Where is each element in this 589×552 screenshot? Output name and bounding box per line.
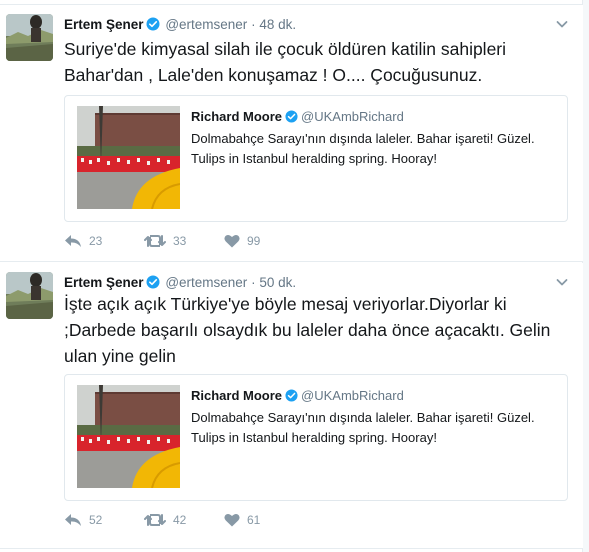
retweet-icon	[144, 234, 166, 248]
tweet[interactable]: Ertem Şener @ertemsener · 50 dk. İşte aç…	[0, 263, 583, 549]
quoted-tweet-text: Dolmabahçe Sarayı'nın dışında laleler. B…	[191, 131, 535, 166]
retweet-button[interactable]: 42	[144, 513, 186, 527]
reply-icon	[64, 513, 82, 527]
like-count: 99	[247, 234, 261, 248]
author-name[interactable]: Ertem Şener	[64, 275, 144, 290]
reply-icon	[64, 234, 82, 248]
chevron-down-icon[interactable]	[555, 275, 569, 289]
tweet-text: İşte açık açık Türkiye'ye böyle mesaj ve…	[64, 294, 551, 366]
timestamp[interactable]: 48 dk.	[259, 17, 296, 32]
quoted-author-name[interactable]: Richard Moore	[191, 109, 282, 124]
quoted-tweet-image[interactable]	[77, 106, 180, 209]
heart-icon	[224, 234, 240, 248]
quoted-author-name[interactable]: Richard Moore	[191, 388, 282, 403]
author-handle[interactable]: @ertemsener	[165, 17, 247, 32]
verified-badge-icon	[146, 17, 160, 36]
quoted-tweet-text: Dolmabahçe Sarayı'nın dışında laleler. B…	[191, 410, 535, 445]
reply-count: 23	[89, 234, 103, 248]
reply-count: 52	[89, 513, 103, 527]
retweet-count: 33	[173, 234, 187, 248]
heart-icon	[224, 513, 240, 527]
separator-dot: ·	[251, 275, 256, 290]
reply-button[interactable]: 23	[64, 234, 102, 248]
timestamp[interactable]: 50 dk.	[259, 275, 296, 290]
tweet-header: Ertem Şener @ertemsener · 48 dk.	[64, 16, 296, 36]
quoted-author-handle[interactable]: @UKAmbRichard	[301, 388, 404, 403]
avatar[interactable]	[6, 272, 53, 319]
quoted-tweet[interactable]: Richard Moore @UKAmbRichard Dolmabahçe Sa…	[64, 95, 568, 222]
retweet-icon	[144, 513, 166, 527]
quoted-author-handle[interactable]: @UKAmbRichard	[301, 109, 404, 124]
retweet-button[interactable]: 33	[144, 234, 186, 248]
quoted-tweet-image[interactable]	[77, 385, 180, 488]
avatar[interactable]	[6, 14, 53, 61]
tweet[interactable]: Ertem Şener @ertemsener · 48 dk. Suriye'…	[0, 4, 583, 262]
separator-dot: ·	[251, 17, 256, 32]
author-handle[interactable]: @ertemsener	[165, 275, 247, 290]
timeline: Ertem Şener @ertemsener · 48 dk. Suriye'…	[0, 0, 583, 552]
reply-button[interactable]: 52	[64, 513, 102, 527]
tweet-text: Suriye'de kimyasal silah ile çocuk öldür…	[64, 39, 507, 85]
verified-badge-icon	[285, 389, 298, 406]
like-button[interactable]: 99	[224, 234, 260, 248]
chevron-down-icon[interactable]	[555, 17, 569, 31]
verified-badge-icon	[285, 110, 298, 127]
retweet-count: 42	[173, 513, 187, 527]
like-button[interactable]: 61	[224, 513, 260, 527]
author-name[interactable]: Ertem Şener	[64, 17, 144, 32]
quoted-tweet-header: Richard Moore @UKAmbRichard	[191, 388, 404, 406]
like-count: 61	[247, 513, 261, 527]
quoted-tweet-header: Richard Moore @UKAmbRichard	[191, 109, 404, 127]
quoted-tweet[interactable]: Richard Moore @UKAmbRichard Dolmabahçe Sa…	[64, 374, 568, 501]
